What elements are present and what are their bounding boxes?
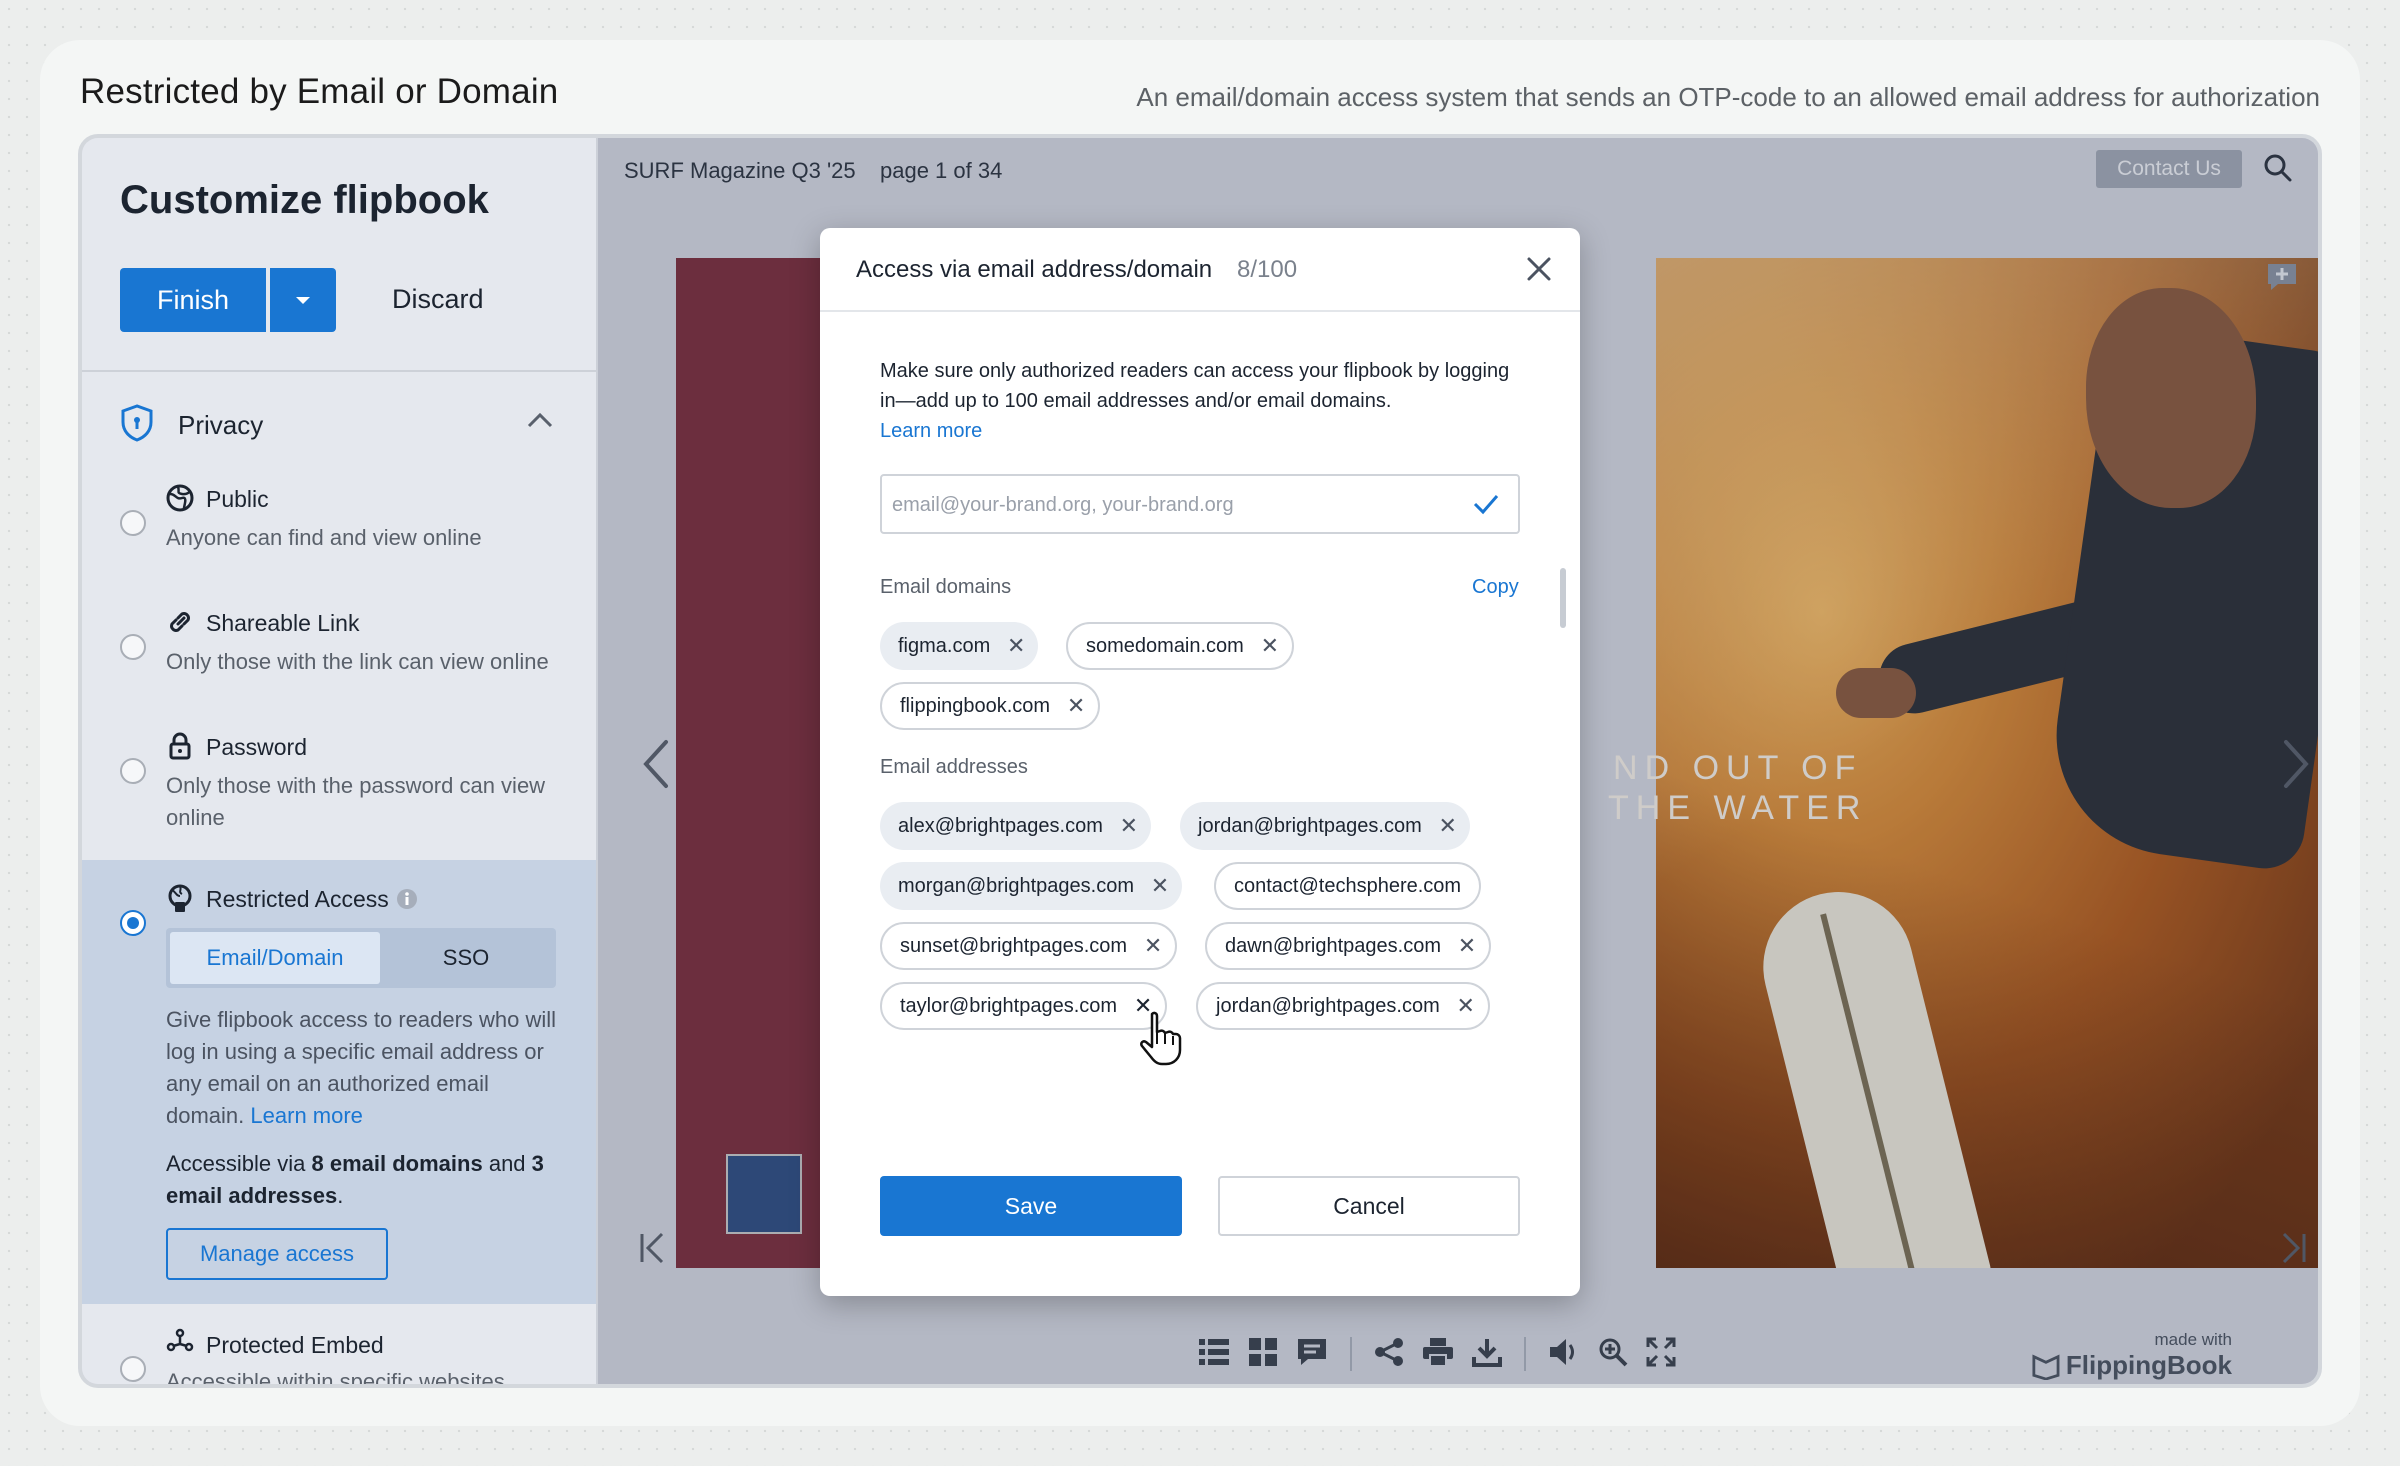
option-shareable-link-title: Shareable Link [206,610,360,636]
privacy-section-header[interactable]: Privacy [120,398,560,448]
option-public-description: Anyone can find and view online [166,525,482,550]
copy-button[interactable]: Copy [1472,576,1519,599]
remove-icon[interactable]: ✕ [1006,633,1026,659]
chevron-up-icon[interactable] [526,410,554,435]
tab-sso[interactable]: SSO [380,932,552,984]
access-summary: Accessible via 8 email domains and 3 ema… [166,1151,544,1208]
privacy-label: Privacy [178,410,264,440]
radio-restricted-access[interactable] [120,910,146,936]
caret-down-icon [296,296,310,304]
save-button[interactable]: Save [880,1176,1182,1236]
globe-icon [166,484,194,512]
cancel-button[interactable]: Cancel [1218,1176,1520,1236]
email-access-dialog: Access via email address/domain 8/100 Ma… [820,228,1580,1296]
restricted-icon [166,884,194,912]
remove-icon[interactable]: ✕ [1119,813,1139,839]
shield-icon [120,404,154,447]
address-chip: contact@techsphere.com [1214,862,1482,910]
remove-icon[interactable]: ✕ [1438,813,1458,839]
discard-button[interactable]: Discard [392,284,484,315]
domain-chip: figma.com ✕ [880,622,1039,670]
remove-icon[interactable]: ✕ [1260,633,1280,659]
close-icon[interactable] [1524,254,1554,289]
address-chip: jordan@brightpages.com ✕ [1180,802,1470,850]
page-title: Restricted by Email or Domain [80,72,559,111]
finish-options-button[interactable] [270,268,336,332]
embed-icon [166,1328,194,1356]
remove-icon[interactable]: ✕ [1143,933,1163,959]
radio-shareable-link[interactable] [120,634,146,660]
sidebar-title: Customize flipbook [120,178,489,222]
hand-cursor-icon [1136,1010,1184,1071]
remove-icon[interactable]: ✕ [1457,933,1477,959]
tab-email-domain[interactable]: Email/Domain [170,932,380,984]
address-chip: alex@brightpages.com ✕ [880,802,1151,850]
domains-label: Email domains [880,576,1012,598]
option-restricted-access-title: Restricted Access [206,886,389,912]
finish-button[interactable]: Finish [120,268,266,332]
address-chip: dawn@brightpages.com ✕ [1205,922,1491,970]
option-password-description: Only those with the password can view on… [166,773,546,830]
access-type-switch: Email/Domain SSO [166,928,556,988]
email-domain-field[interactable] [892,488,1452,522]
domain-chip: somedomain.com ✕ [1066,622,1294,670]
restricted-description: Give flipbook access to readers who will… [166,1007,557,1128]
lock-icon [166,732,194,760]
remove-icon[interactable]: ✕ [1066,693,1086,719]
radio-public[interactable] [120,510,146,536]
address-chip: morgan@brightpages.com ✕ [880,862,1182,910]
check-icon[interactable] [1472,492,1500,521]
remove-icon[interactable]: ✕ [1456,993,1476,1019]
address-chip: taylor@brightpages.com ✕ [880,982,1168,1030]
dialog-description: Make sure only authorized readers can ac… [880,360,1510,442]
customize-sidebar: Customize flipbook Finish Discard Privac… [82,138,598,1384]
dialog-scrollbar[interactable] [1560,568,1566,628]
dialog-count: 8/100 [1237,256,1298,283]
radio-protected-embed[interactable] [120,1356,146,1382]
dialog-learn-more-link[interactable]: Learn more [880,420,982,442]
email-domain-input[interactable] [880,474,1520,534]
dialog-title: Access via email address/domain [856,256,1213,283]
link-icon [166,608,194,636]
option-password-title: Password [206,734,307,760]
page-subtitle: An email/domain access system that sends… [1136,82,2320,112]
info-icon[interactable] [396,888,418,915]
learn-more-link[interactable]: Learn more [250,1103,363,1128]
option-protected-embed-title: Protected Embed [206,1332,384,1358]
addresses-label: Email addresses [880,756,1028,778]
manage-access-button[interactable]: Manage access [166,1228,388,1280]
remove-icon[interactable]: ✕ [1150,873,1170,899]
option-public-title: Public [206,486,269,512]
option-shareable-link-description: Only those with the link can view online [166,649,549,674]
domain-chip: flippingbook.com ✕ [880,682,1101,730]
address-chip: jordan@brightpages.com ✕ [1196,982,1490,1030]
option-protected-embed-description: Accessible within specific websites [166,1369,505,1384]
radio-password[interactable] [120,758,146,784]
address-chip: sunset@brightpages.com ✕ [880,922,1178,970]
